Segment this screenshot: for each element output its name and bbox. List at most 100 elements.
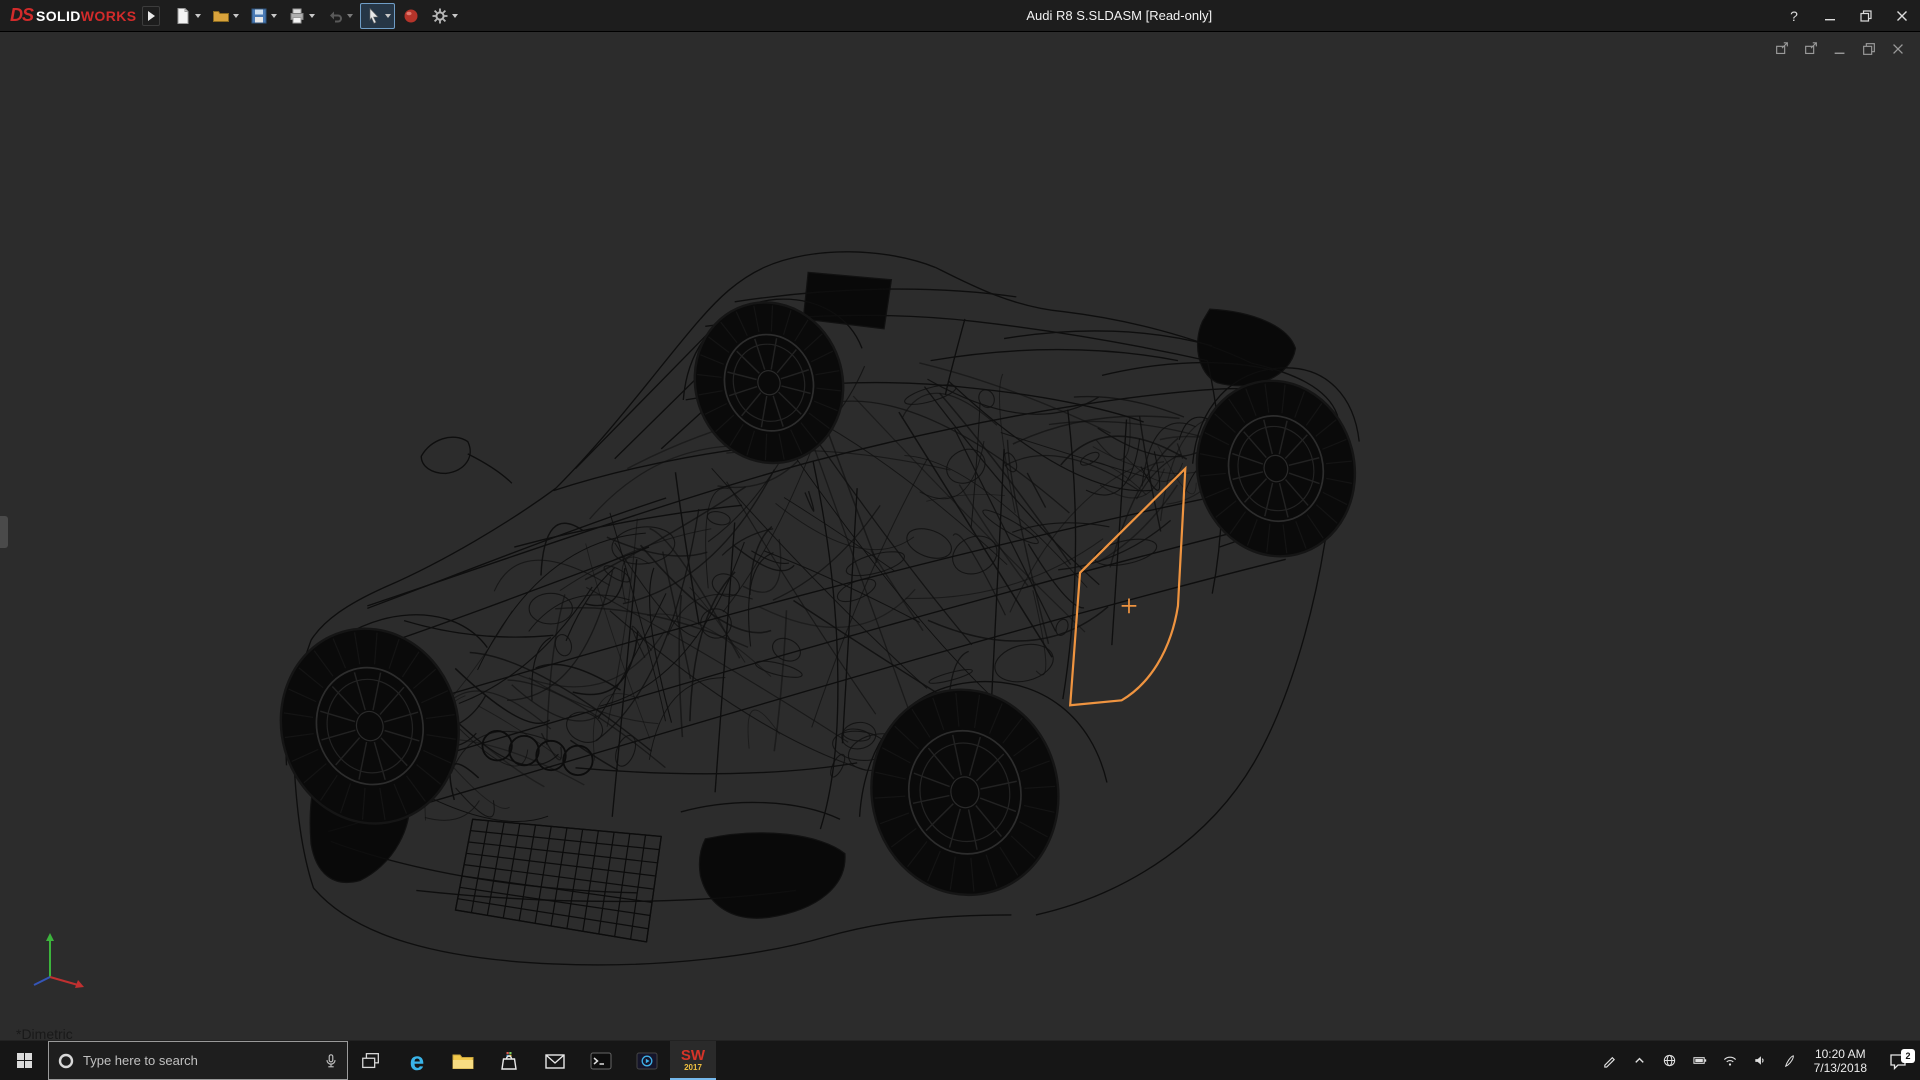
wifi-icon	[1722, 1053, 1738, 1068]
task-view-icon	[360, 1050, 382, 1072]
restore-document-button[interactable]	[1859, 40, 1879, 58]
clock-date: 7/13/2018	[1814, 1061, 1867, 1075]
solidworks-app-icon: SW 2017	[678, 1047, 708, 1075]
print-button[interactable]	[284, 3, 319, 29]
orientation-triad[interactable]	[26, 927, 90, 996]
solidworks-logo: DS SOLID WORKS	[0, 5, 142, 26]
close-icon	[1890, 41, 1906, 57]
document-window-controls	[1772, 40, 1908, 58]
triad-axes-icon	[26, 927, 90, 991]
pen-tray-button[interactable]	[1595, 1041, 1625, 1080]
pen-icon	[1602, 1053, 1617, 1068]
titlebar: DS SOLID WORKS	[0, 0, 1920, 32]
menu-flyout-button[interactable]	[142, 6, 160, 26]
save-floppy-icon	[250, 7, 268, 25]
start-button[interactable]	[0, 1041, 48, 1080]
close-button[interactable]	[1884, 0, 1920, 32]
window-controls: ?	[1776, 0, 1920, 32]
ds-logo-mark: DS	[10, 5, 33, 26]
edge-button[interactable]: e	[394, 1041, 440, 1080]
search-input[interactable]	[83, 1053, 315, 1068]
close-icon	[1896, 10, 1908, 22]
pop-out-icon	[1774, 41, 1790, 57]
volume-icon	[1752, 1053, 1768, 1068]
undo-button[interactable]	[322, 3, 357, 29]
appearance-sphere-icon	[402, 7, 420, 25]
wifi-tray-button[interactable]	[1715, 1041, 1745, 1080]
solidworks-window: DS SOLID WORKS	[0, 0, 1920, 1080]
task-view-button[interactable]	[348, 1041, 394, 1080]
command-prompt-button[interactable]	[578, 1041, 624, 1080]
open-button[interactable]	[208, 3, 243, 29]
dropdown-caret-icon[interactable]	[385, 14, 391, 18]
edge-icon: e	[410, 1048, 424, 1074]
open-folder-icon	[212, 7, 230, 25]
gear-icon	[431, 7, 449, 25]
wireframe-car-model	[0, 32, 1920, 1040]
network-tray-button[interactable]	[1655, 1041, 1685, 1080]
command-prompt-icon	[589, 1050, 613, 1072]
show-hidden-icons-button[interactable]	[1625, 1041, 1655, 1080]
pop-out-window-button[interactable]	[1801, 40, 1821, 58]
notification-badge: 2	[1901, 1049, 1915, 1063]
windows-logo-icon	[16, 1052, 33, 1069]
undo-arrow-icon	[326, 7, 344, 25]
minimize-document-button[interactable]	[1830, 40, 1850, 58]
globe-icon	[1662, 1053, 1677, 1068]
windows-taskbar: e	[0, 1040, 1920, 1080]
help-button[interactable]: ?	[1776, 0, 1812, 32]
selection-cross-marker	[1122, 599, 1137, 614]
ink-pen-icon	[1782, 1053, 1797, 1068]
select-cursor-icon	[364, 7, 382, 25]
clock-time: 10:20 AM	[1814, 1047, 1867, 1061]
mail-envelope-icon	[543, 1050, 567, 1072]
graphics-area[interactable]: *Dimetric	[0, 32, 1920, 1040]
menu-flyout-arrow-icon	[148, 11, 155, 21]
new-document-button[interactable]	[170, 3, 205, 29]
pop-out-window-button[interactable]	[1772, 40, 1792, 58]
dropdown-caret-icon[interactable]	[347, 14, 353, 18]
restore-icon	[1860, 10, 1872, 22]
action-center-button[interactable]: 2	[1876, 1052, 1920, 1070]
collapsed-panel-handle[interactable]	[0, 516, 8, 548]
solidworks-taskbar-button[interactable]: SW 2017	[670, 1041, 716, 1080]
view-orientation-label: *Dimetric	[16, 1026, 73, 1040]
restore-icon	[1861, 41, 1877, 57]
ink-workspace-button[interactable]	[1775, 1041, 1805, 1080]
microphone-icon[interactable]	[323, 1052, 339, 1070]
document-title: Audi R8 S.SLDASM [Read-only]	[462, 8, 1776, 23]
battery-icon	[1692, 1053, 1708, 1068]
brand-solid: SOLID	[36, 8, 81, 24]
select-tool-button[interactable]	[360, 3, 395, 29]
file-explorer-icon	[451, 1050, 475, 1072]
volume-tray-button[interactable]	[1745, 1041, 1775, 1080]
dropdown-caret-icon[interactable]	[195, 14, 201, 18]
minimize-button[interactable]	[1812, 0, 1848, 32]
options-button[interactable]	[427, 3, 462, 29]
new-document-icon	[174, 7, 192, 25]
main-toolbar	[170, 3, 462, 29]
battery-tray-button[interactable]	[1685, 1041, 1715, 1080]
restore-button[interactable]	[1848, 0, 1884, 32]
print-icon	[288, 7, 306, 25]
taskbar-clock[interactable]: 10:20 AM 7/13/2018	[1805, 1047, 1876, 1075]
mail-button[interactable]	[532, 1041, 578, 1080]
taskbar-search-box[interactable]	[48, 1041, 348, 1080]
appearance-button[interactable]	[398, 3, 424, 29]
dropdown-caret-icon[interactable]	[309, 14, 315, 18]
media-app-icon	[635, 1050, 659, 1072]
store-button[interactable]	[486, 1041, 532, 1080]
dropdown-caret-icon[interactable]	[452, 14, 458, 18]
system-tray: 10:20 AM 7/13/2018 2	[1595, 1041, 1920, 1080]
dropdown-caret-icon[interactable]	[271, 14, 277, 18]
file-explorer-button[interactable]	[440, 1041, 486, 1080]
minimize-icon	[1824, 10, 1836, 22]
cortana-icon	[57, 1052, 75, 1070]
media-app-button[interactable]	[624, 1041, 670, 1080]
chevron-up-icon	[1632, 1053, 1647, 1068]
save-button[interactable]	[246, 3, 281, 29]
pop-out-icon	[1803, 41, 1819, 57]
dropdown-caret-icon[interactable]	[233, 14, 239, 18]
close-document-button[interactable]	[1888, 40, 1908, 58]
brand-works: WORKS	[81, 8, 137, 24]
